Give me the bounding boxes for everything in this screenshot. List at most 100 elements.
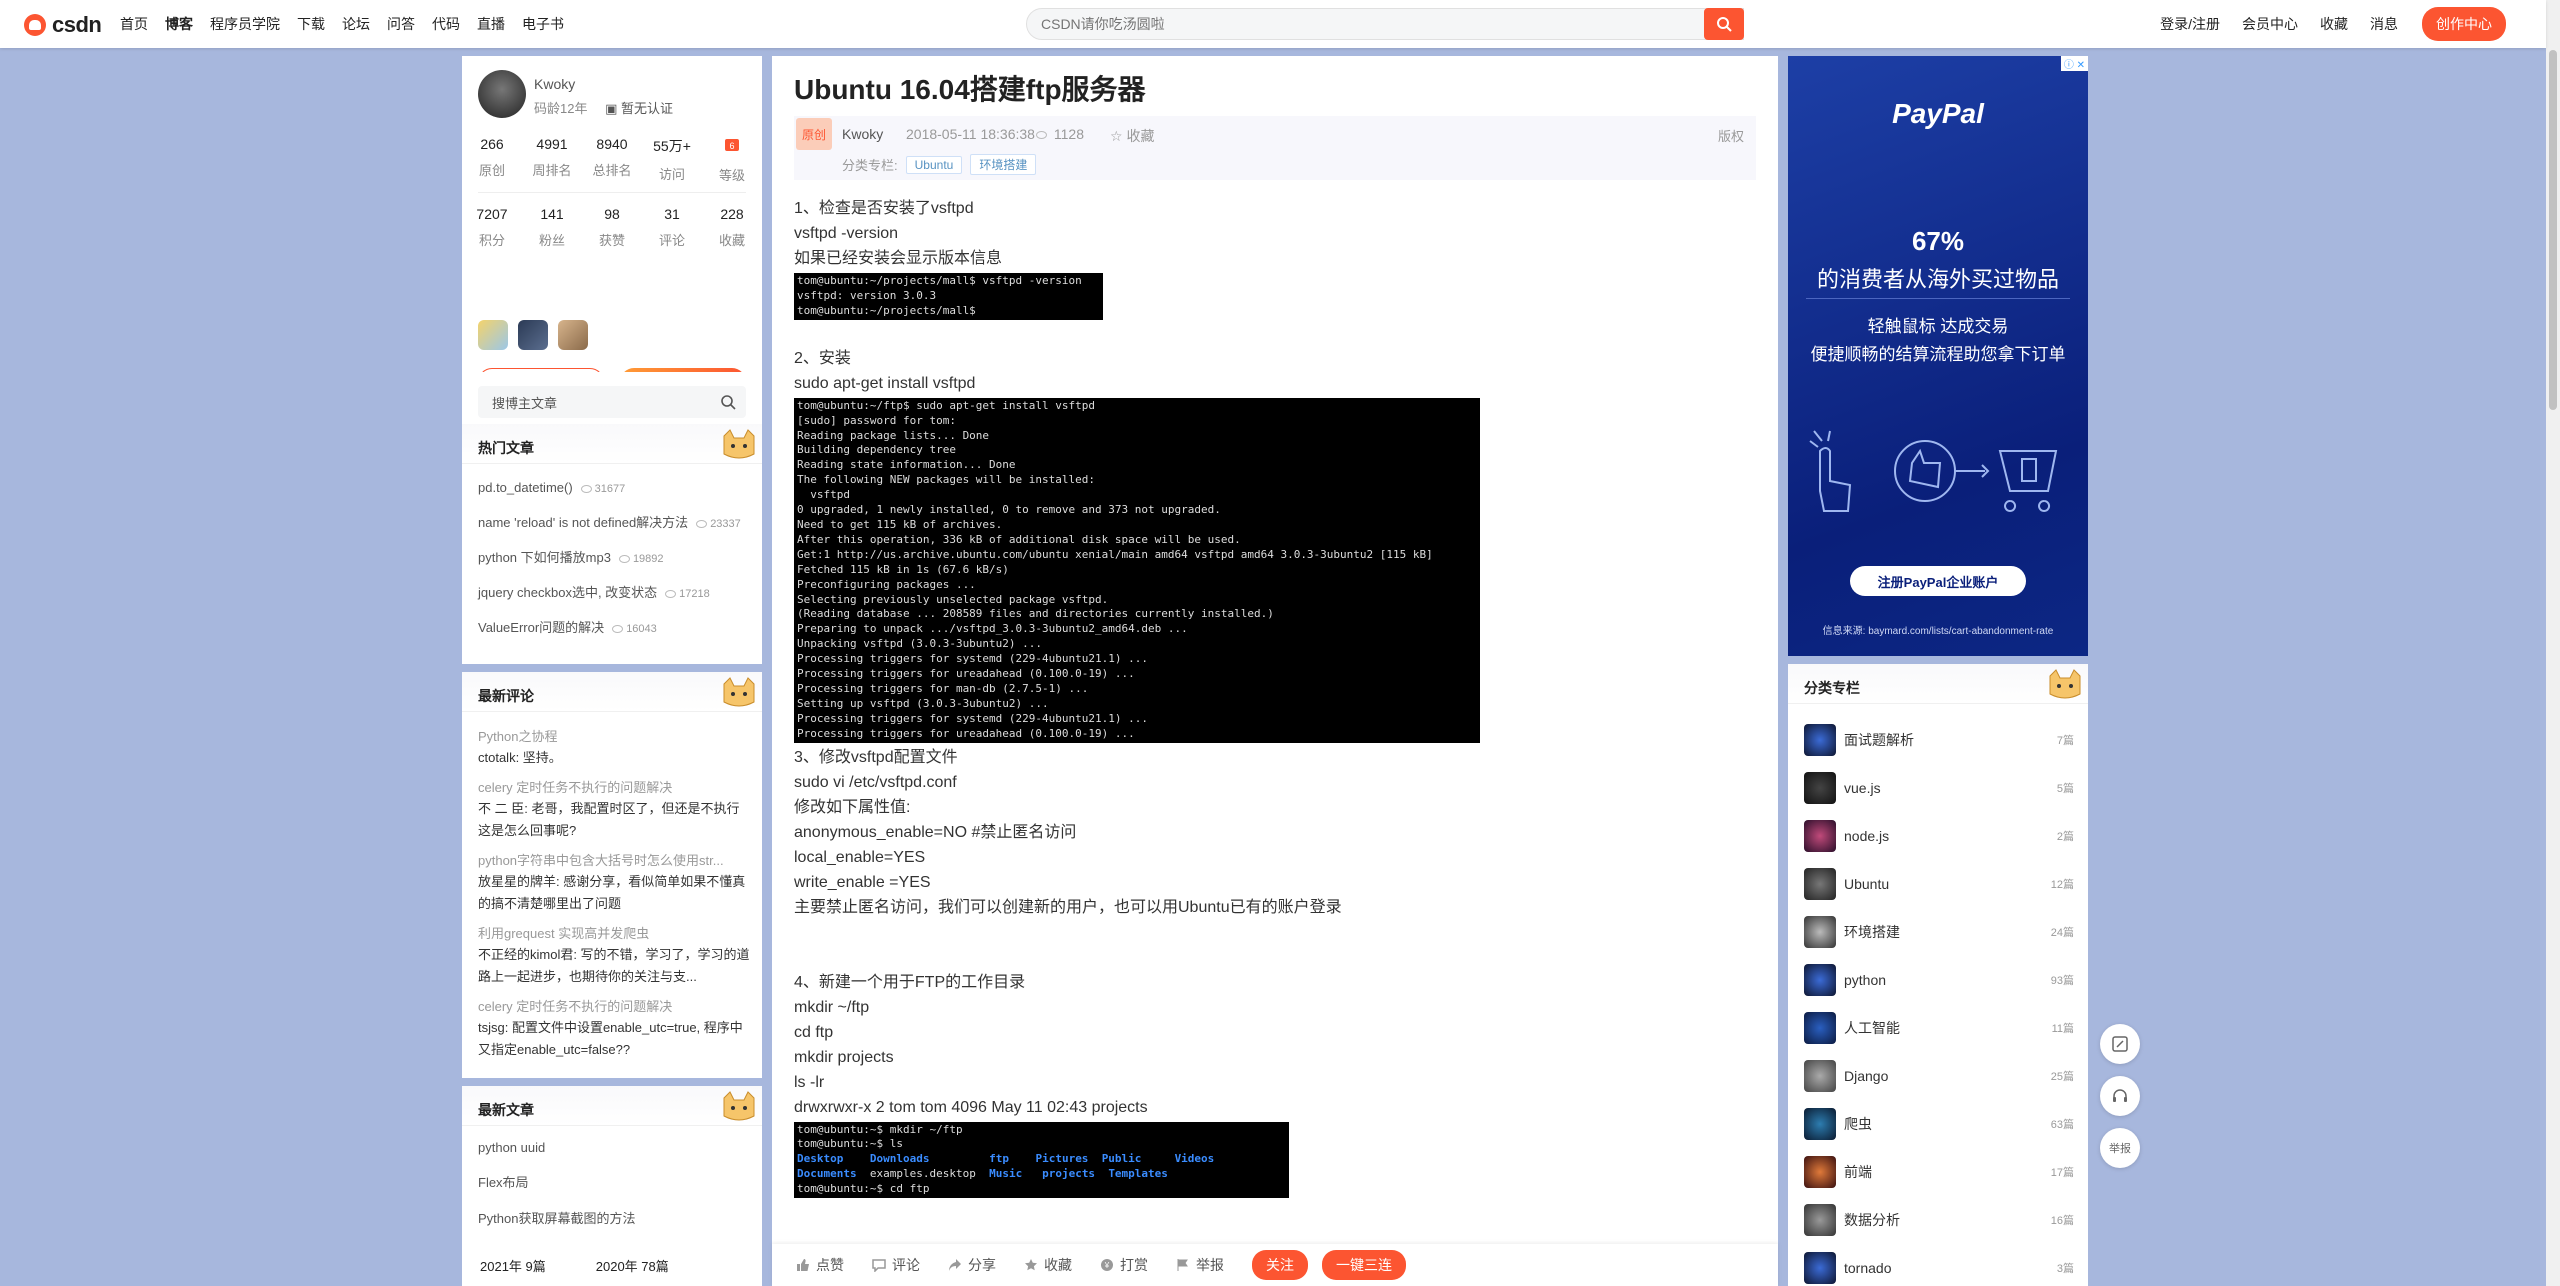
toolbar-follow-button[interactable]: 关注 [1252,1250,1308,1280]
article-favorite[interactable]: ☆ 收藏 [1110,126,1154,146]
reward-button[interactable]: ¥ 打赏 [1100,1255,1148,1275]
triple-action-button[interactable]: 一键三连 [1322,1250,1406,1280]
nav-ebook[interactable]: 电子书 [522,14,564,34]
category-item[interactable]: 数据分析 16篇 [1804,1196,2074,1244]
category-item[interactable]: node.js 2篇 [1804,812,2074,860]
list-item[interactable]: python uuid [478,1140,635,1155]
stat-level[interactable]: 6 等级 [702,136,762,184]
stat-likes[interactable]: 98 获赞 [582,206,642,249]
eye-icon [612,625,624,634]
page-scrollbar[interactable] [2546,0,2560,1286]
nav-download[interactable]: 下载 [297,14,325,34]
ad-cta-button[interactable]: 注册PayPal企业账户 [1850,566,2026,596]
stat-favorites[interactable]: 228 收藏 [702,206,762,249]
category-item[interactable]: 前端 17篇 [1804,1148,2074,1196]
report-button[interactable]: 举报 [1176,1255,1224,1275]
messages-link[interactable]: 消息 [2370,14,2398,34]
ad-close-icon[interactable]: ⓘ ✕ [2060,56,2088,71]
stat-total-rank[interactable]: 8940 总排名 [582,136,642,184]
favorite-button[interactable]: 收藏 [1024,1255,1072,1275]
create-center-button[interactable]: 创作中心 [2422,7,2506,41]
hot-item-title: ValueError问题的解决 [478,620,605,635]
like-button[interactable]: 点赞 [796,1255,844,1275]
nav-academy[interactable]: 程序员学院 [210,14,280,34]
list-item[interactable]: python 下如何播放mp3 19892 [478,548,750,569]
stat-week-rank[interactable]: 4991 周排名 [522,136,582,184]
report-float-button[interactable]: 举报 [2100,1128,2140,1168]
share-button[interactable]: 分享 [948,1255,996,1275]
category-chip[interactable]: Ubuntu [905,155,963,174]
category-item[interactable]: 环境搭建 24篇 [1804,908,2074,956]
category-item[interactable]: 爬虫 63篇 [1804,1100,2074,1148]
paragraph: local_enable=YES [794,848,926,866]
blog-search-input[interactable]: 搜博主文章 [478,386,746,418]
comment-button[interactable]: 评论 [872,1255,920,1275]
fav-label: 收藏 [1126,128,1155,144]
list-item[interactable]: Python获取屏幕截图的方法 [478,1208,635,1227]
badge-icon[interactable] [518,320,548,350]
login-link[interactable]: 登录/注册 [2160,14,2220,34]
category-item[interactable]: tornado 3篇 [1804,1244,2074,1286]
term-file: examples.desktop [869,1167,976,1181]
list-item[interactable]: pd.to_datetime() 31677 [478,478,750,499]
scrollbar-thumb[interactable] [2549,50,2557,410]
nav-qa[interactable]: 问答 [387,14,415,34]
csdn-logo[interactable]: csdn [24,12,102,38]
avatar[interactable] [478,70,526,118]
archive-2020[interactable]: 2020年 78篇 [596,1256,669,1275]
terminal-screenshot-3: tom@ubuntu:~$ mkdir ~/ftp tom@ubuntu:~$ … [794,1121,1289,1199]
stat-value: 55万+ [653,138,691,154]
top-search-button[interactable] [1704,8,1744,40]
logo-mark-icon [24,14,46,36]
stat-points[interactable]: 7207 积分 [462,206,522,249]
vip-link[interactable]: 会员中心 [2242,14,2298,34]
category-name: 数据分析 [1844,1212,1900,1228]
article-author[interactable]: Kwoky [842,126,883,142]
category-item[interactable]: Ubuntu 12篇 [1804,860,2074,908]
comment-source[interactable]: 利用grequest 实现高并发爬虫 [478,923,750,942]
stat-original[interactable]: 266 原创 [462,136,522,184]
copyright-link[interactable]: 版权 [1718,126,1744,145]
list-item[interactable]: ValueError问题的解决 16043 [478,618,750,639]
badge-icon[interactable] [558,320,588,350]
category-item[interactable]: vue.js 5篇 [1804,764,2074,812]
search-icon[interactable] [720,394,736,410]
nav-code[interactable]: 代码 [432,14,460,34]
archive-2021[interactable]: 2021年 9篇 [480,1256,546,1275]
list-item[interactable]: name 'reload' is not defined解决方法 23337 [478,513,750,534]
support-float-button[interactable] [2100,1076,2140,1116]
comment-source[interactable]: python字符串中包含大括号时怎么使用str... [478,850,750,869]
list-item[interactable]: jquery checkbox选中, 改变状态 17218 [478,583,750,604]
stat-comments[interactable]: 31 评论 [642,206,702,249]
category-count: 2篇 [2056,831,2074,843]
stat-fans[interactable]: 141 粉丝 [522,206,582,249]
paragraph: mkdir ~/ftp [794,998,870,1016]
nav-forum[interactable]: 论坛 [342,14,370,34]
top-search-input[interactable] [1041,16,1743,32]
category-item[interactable]: Django 25篇 [1804,1052,2074,1100]
stat-visits[interactable]: 55万+ 访问 [642,136,702,184]
badge-icon[interactable] [478,320,508,350]
cat-mascot-icon [723,1091,755,1121]
profile-name[interactable]: Kwoky [534,76,575,92]
view-count: 23337 [696,518,741,530]
category-item[interactable]: 面试题解析 7篇 [1804,716,2074,764]
nav-live[interactable]: 直播 [477,14,505,34]
comment-source[interactable]: celery 定时任务不执行的问题解决 [478,777,750,796]
paypal-ad[interactable]: ⓘ ✕ PayPal 67% 的消费者从海外买过物品 轻触鼠标 达成交易 便捷顺… [1788,56,2088,656]
write-float-button[interactable] [2100,1024,2140,1064]
term-dir: Music [989,1167,1023,1181]
flag-icon [1177,1259,1188,1271]
category-item[interactable]: 人工智能 11篇 [1804,1004,2074,1052]
category-chip[interactable]: 环境搭建 [970,154,1037,175]
article-content: 1、检查是否安装了vsftpd vsftpd -version 如果已经安装会显… [794,196,1754,1200]
favorites-link[interactable]: 收藏 [2320,14,2348,34]
blog-search-placeholder: 搜博主文章 [492,395,558,411]
comment-source[interactable]: celery 定时任务不执行的问题解决 [478,996,750,1015]
comment-source[interactable]: Python之协程 [478,726,750,745]
category-item[interactable]: python 93篇 [1804,956,2074,1004]
list-item[interactable]: Flex布局 [478,1172,635,1191]
paragraph: drwxrwxr-x 2 tom tom 4096 May 11 02:43 p… [794,1098,1148,1116]
nav-home[interactable]: 首页 [120,14,148,34]
nav-blog[interactable]: 博客 [165,14,193,34]
